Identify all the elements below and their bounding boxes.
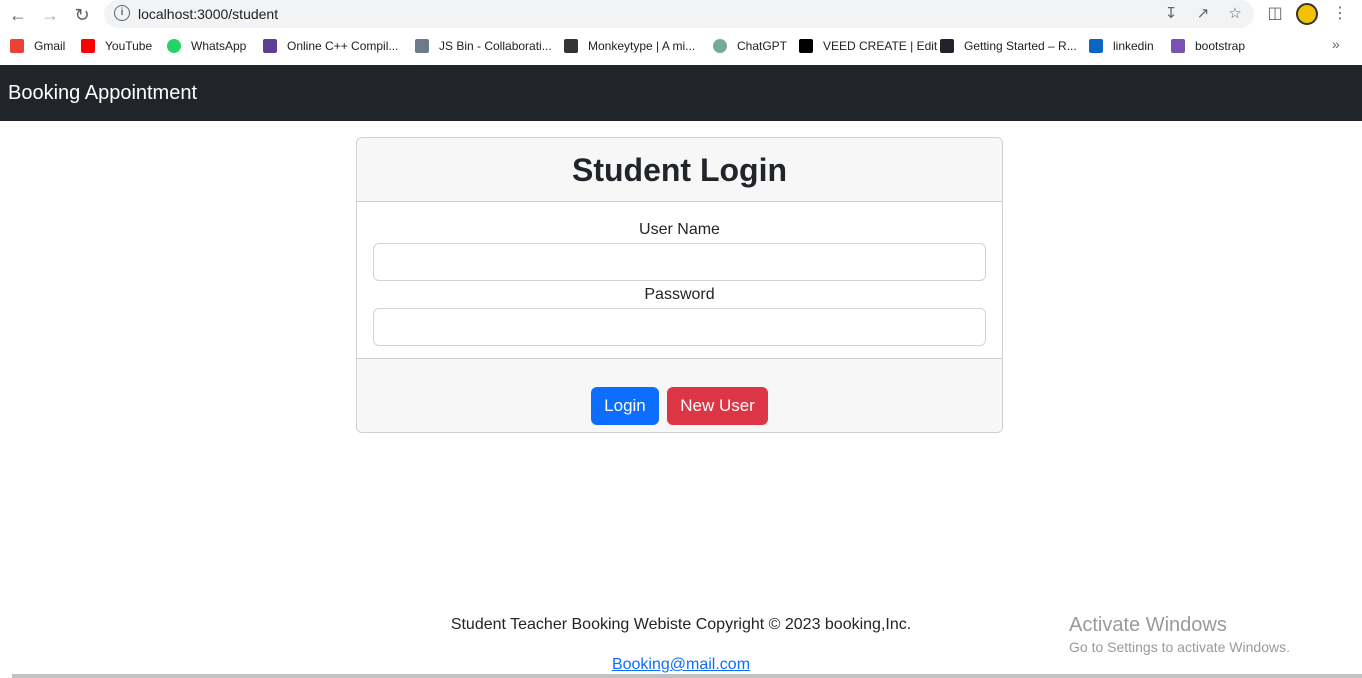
monkeytype-icon	[564, 39, 578, 53]
profile-avatar[interactable]	[1296, 3, 1318, 25]
address-url[interactable]: localhost:3000/student	[138, 6, 278, 22]
watermark-title: Activate Windows	[1069, 614, 1227, 636]
bookmark-star-icon[interactable]: ☆	[1226, 5, 1244, 23]
bookmark-react[interactable]: Getting Started – R...	[940, 37, 1077, 55]
back-icon[interactable]: ←	[7, 4, 29, 26]
bookmark-veed[interactable]: VEED CREATE | Edit	[799, 37, 937, 55]
bookmark-chatgpt[interactable]: ChatGPT	[713, 37, 787, 55]
reload-icon[interactable]: ↻	[71, 4, 93, 26]
bookmarks-bar: Gmail YouTube WhatsApp Online C++ Compil…	[0, 33, 1362, 59]
browser-toolbar: ← → ↻ i localhost:3000/student ↧ ↗ ☆ ◫ ⋮	[0, 0, 1362, 29]
password-label: Password	[644, 286, 715, 303]
new-user-button[interactable]: New User	[667, 387, 768, 425]
app-navbar: Booking Appointment	[0, 65, 1362, 121]
bookmark-online-cpp[interactable]: Online C++ Compil...	[263, 37, 398, 55]
bookmark-whatsapp[interactable]: WhatsApp	[167, 37, 246, 55]
footer-email-container: Booking@mail.com	[0, 656, 1362, 674]
bookmark-linkedin[interactable]: linkedin	[1089, 37, 1154, 55]
footer-email-link[interactable]: Booking@mail.com	[612, 656, 750, 673]
forward-icon[interactable]: →	[39, 4, 61, 26]
chatgpt-icon	[713, 39, 727, 53]
bookmark-youtube[interactable]: YouTube	[81, 37, 152, 55]
jsbin-icon	[415, 39, 429, 53]
react-icon	[940, 39, 954, 53]
bookmark-gmail[interactable]: Gmail	[10, 37, 65, 55]
bookmark-jsbin[interactable]: JS Bin - Collaborati...	[415, 37, 552, 55]
windows-watermark: Activate Windows Go to Settings to activ…	[1069, 613, 1290, 657]
share-icon[interactable]: ↗	[1194, 5, 1212, 23]
bookmark-bootstrap[interactable]: bootstrap	[1171, 37, 1245, 55]
menu-kebab-icon[interactable]: ⋮	[1330, 4, 1350, 24]
card-header: Student Login	[357, 138, 1002, 202]
online-cpp-icon	[263, 39, 277, 53]
site-info-icon[interactable]: i	[114, 5, 130, 21]
watermark-subtitle: Go to Settings to activate Windows.	[1069, 639, 1290, 655]
page-title: Student Login	[571, 152, 788, 188]
gmail-icon	[10, 39, 24, 53]
password-input[interactable]	[373, 308, 986, 346]
veed-icon	[799, 39, 813, 53]
username-input[interactable]	[373, 243, 986, 281]
card-footer: Login New User	[357, 358, 1002, 432]
navbar-brand[interactable]: Booking Appointment	[8, 82, 197, 105]
side-panel-icon[interactable]: ◫	[1265, 4, 1285, 24]
bootstrap-icon	[1171, 39, 1185, 53]
bookmarks-more-icon[interactable]: »	[1332, 36, 1340, 52]
card-body: User Name Password	[357, 202, 1002, 358]
linkedin-icon	[1089, 39, 1103, 53]
login-button[interactable]: Login	[591, 387, 659, 425]
horizontal-scrollbar[interactable]	[12, 674, 1362, 678]
bookmark-monkeytype[interactable]: Monkeytype | A mi...	[564, 37, 695, 55]
install-icon[interactable]: ↧	[1162, 5, 1180, 23]
username-label: User Name	[639, 221, 720, 238]
login-card: Student Login User Name Password Login N…	[356, 137, 1003, 433]
address-bar[interactable]: i localhost:3000/student ↧ ↗ ☆	[104, 0, 1254, 28]
whatsapp-icon	[167, 39, 181, 53]
youtube-icon	[81, 39, 95, 53]
